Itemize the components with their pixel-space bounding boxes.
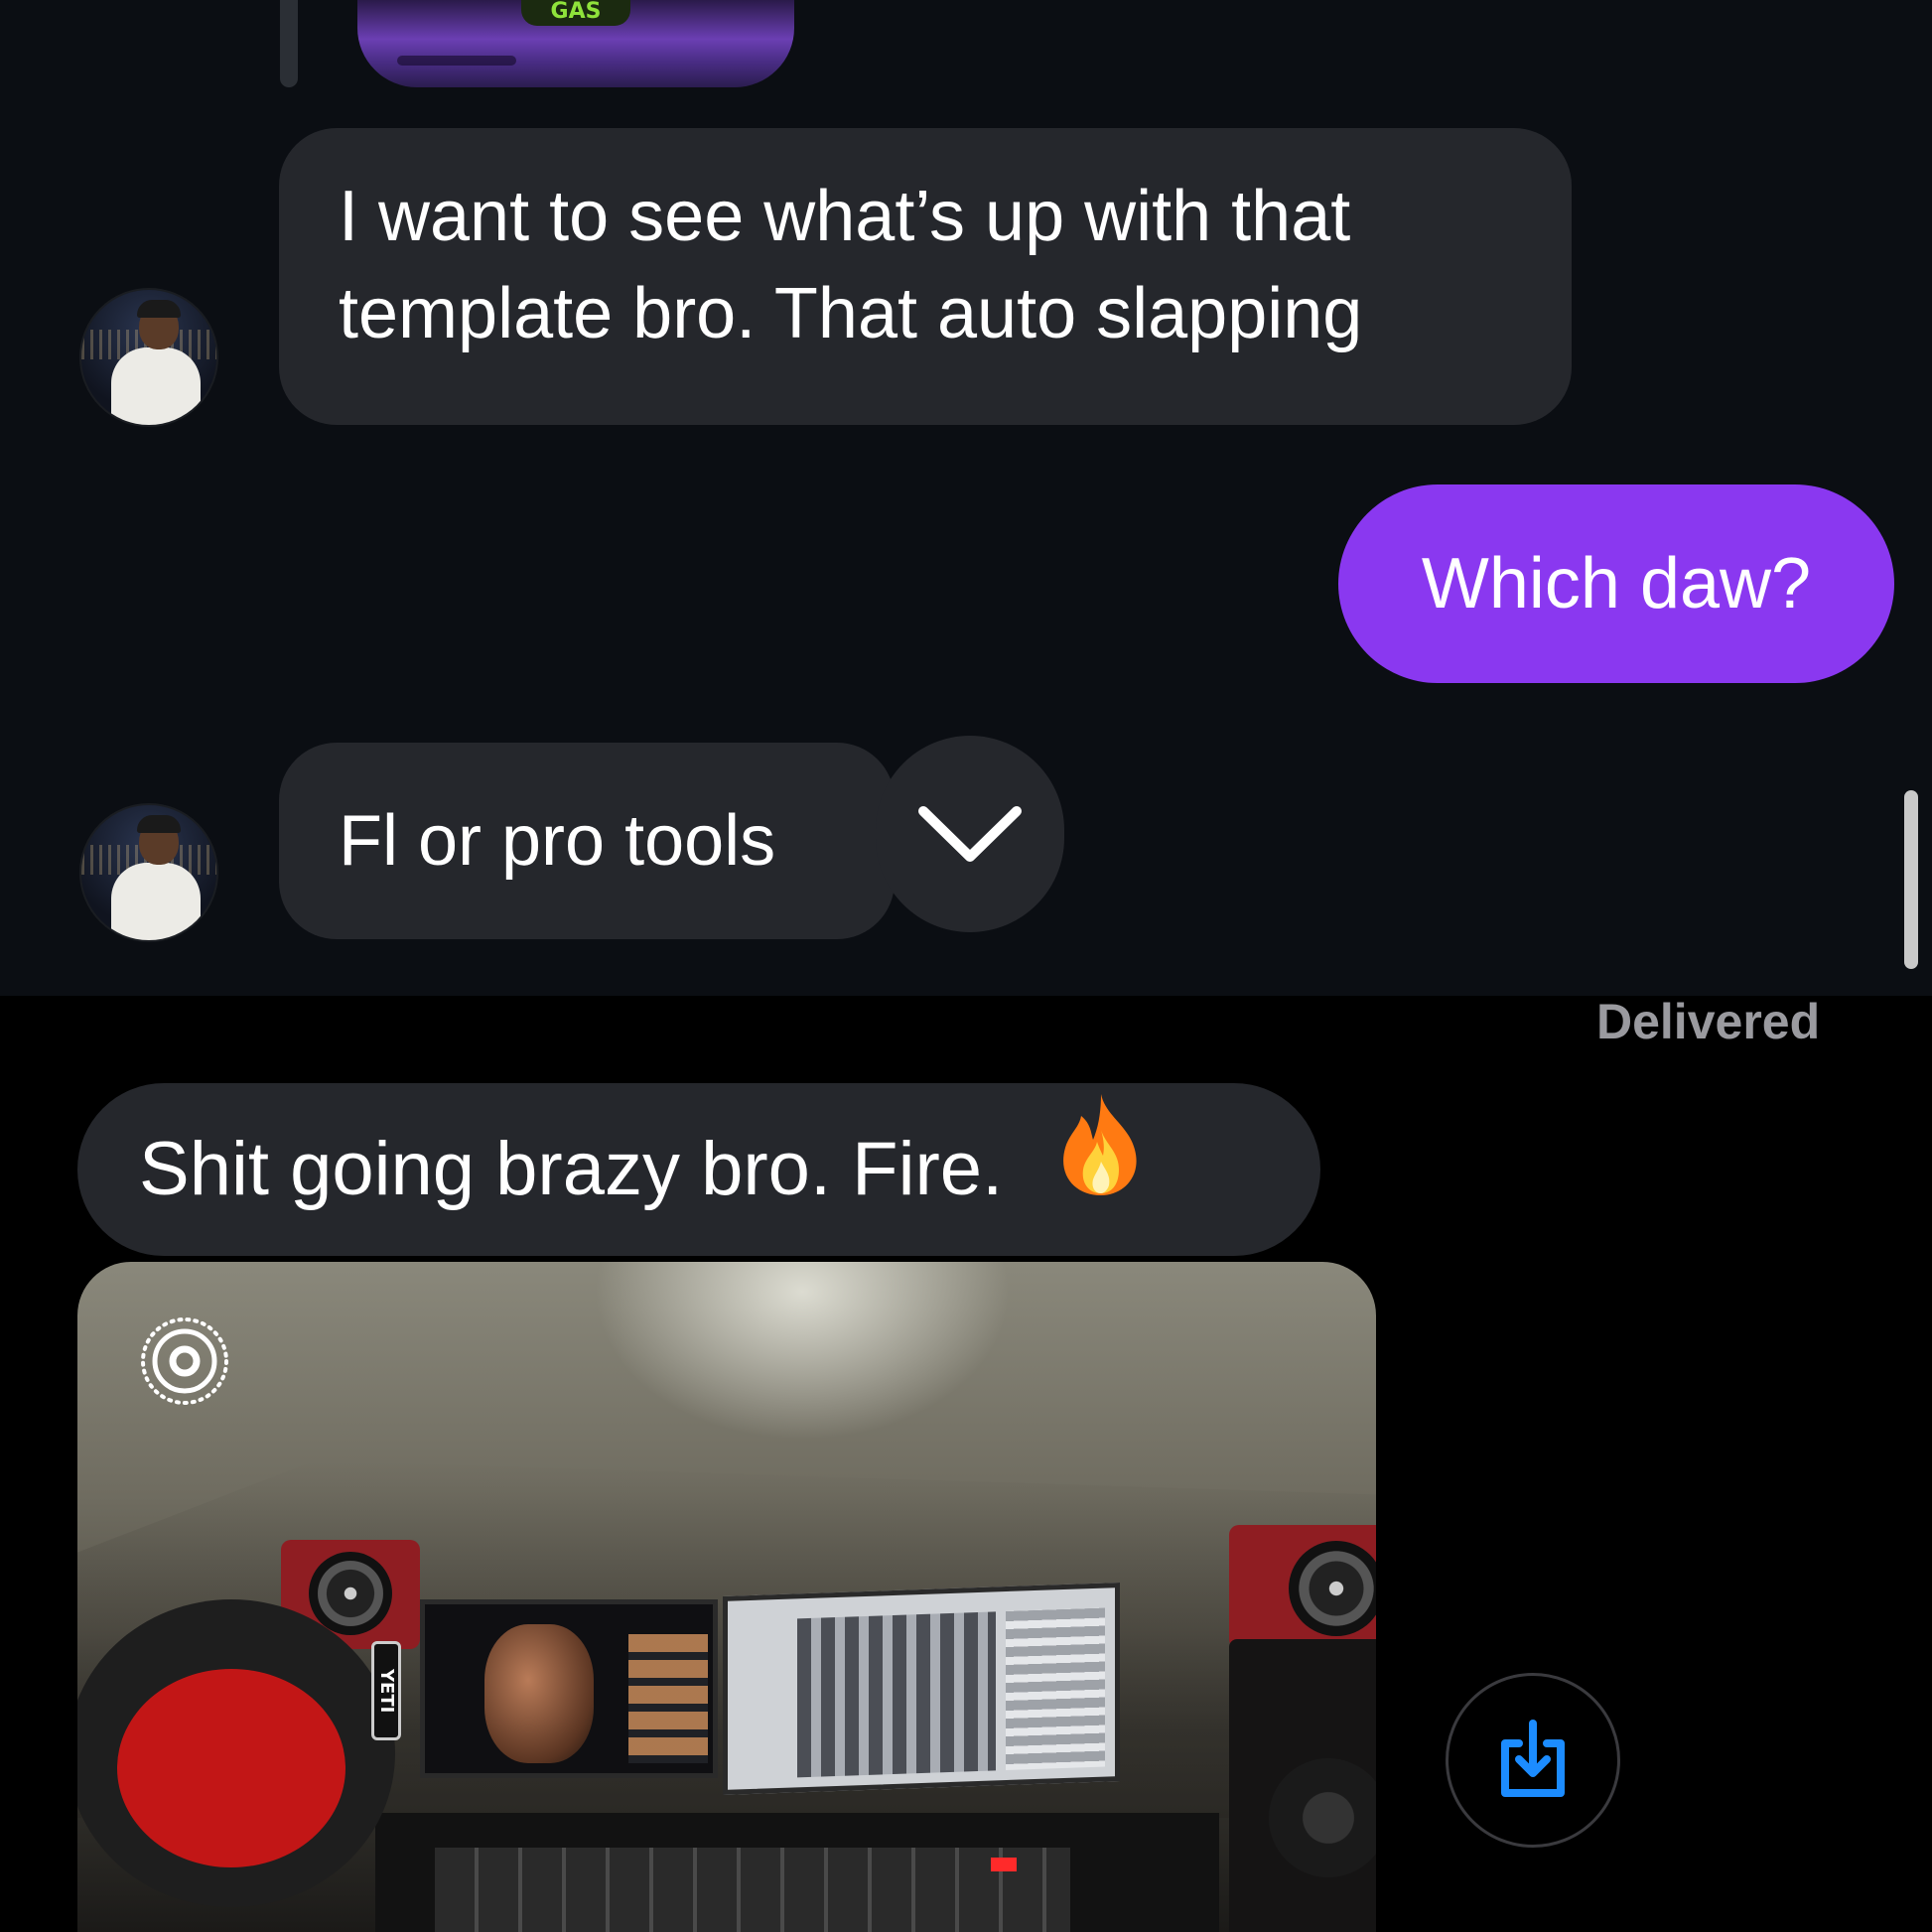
contact-avatar[interactable]: [79, 803, 218, 942]
shared-photo[interactable]: YETI: [77, 1262, 1376, 1932]
right-subwoofer: [1229, 1639, 1376, 1932]
scrollbar[interactable]: [1904, 790, 1918, 969]
subwoofer-cone: [1269, 1758, 1376, 1877]
media-sticker-text: GAS: [521, 0, 630, 26]
message-bubble-incoming[interactable]: Shit going brazy bro. Fire.: [77, 1083, 1320, 1256]
shared-media-thumbnail[interactable]: GAS: [357, 0, 794, 87]
right-speaker: [1229, 1525, 1376, 1649]
left-monitor: [420, 1599, 718, 1778]
fire-emoji-icon: [1053, 1088, 1149, 1261]
right-monitor: [723, 1583, 1120, 1795]
message-text-line: I want to see what’s up with that: [339, 177, 1351, 256]
audio-rack: [435, 1848, 1070, 1932]
yeti-label: YETI: [371, 1641, 401, 1740]
chevron-down-icon: [918, 806, 1022, 862]
delivery-status: Delivered: [1596, 994, 1821, 1049]
message-text: Shit going brazy bro. Fire.: [139, 1127, 1004, 1211]
rack-display: [991, 1858, 1017, 1871]
speaker-cone: [1289, 1541, 1376, 1636]
media-detail: [397, 56, 516, 66]
message-bubble-incoming[interactable]: I want to see what’s up with that templa…: [279, 128, 1572, 425]
monitor-video-still: [484, 1624, 594, 1763]
message-text: Which daw?: [1421, 544, 1812, 623]
message-text: Fl or pro tools: [339, 801, 776, 881]
daw-browser: [1006, 1607, 1105, 1771]
reply-indicator-bar: [280, 0, 298, 87]
monitor-video-list: [628, 1634, 708, 1763]
speaker-cone: [309, 1552, 392, 1635]
avatar-body: [111, 863, 201, 940]
contact-avatar[interactable]: [79, 288, 218, 427]
save-media-button[interactable]: [1446, 1673, 1620, 1848]
daw-mixer: [797, 1611, 996, 1778]
avatar-cap: [137, 300, 181, 318]
expand-message-button[interactable]: [876, 736, 1064, 932]
message-bubble-incoming[interactable]: Fl or pro tools: [279, 743, 895, 939]
message-text-line: template bro. That auto slapping: [339, 274, 1363, 353]
chat-thread-top: GAS I want to see what’s up with that te…: [0, 0, 1932, 996]
message-bubble-outgoing[interactable]: Which daw?: [1338, 484, 1894, 683]
avatar-cap: [137, 815, 181, 833]
download-icon: [1501, 1720, 1565, 1797]
live-photo-icon[interactable]: [139, 1315, 230, 1407]
microphone-pop-filter: [77, 1599, 395, 1907]
ceiling-light: [594, 1262, 1011, 1441]
pop-filter-red: [117, 1669, 345, 1867]
avatar-body: [111, 347, 201, 425]
